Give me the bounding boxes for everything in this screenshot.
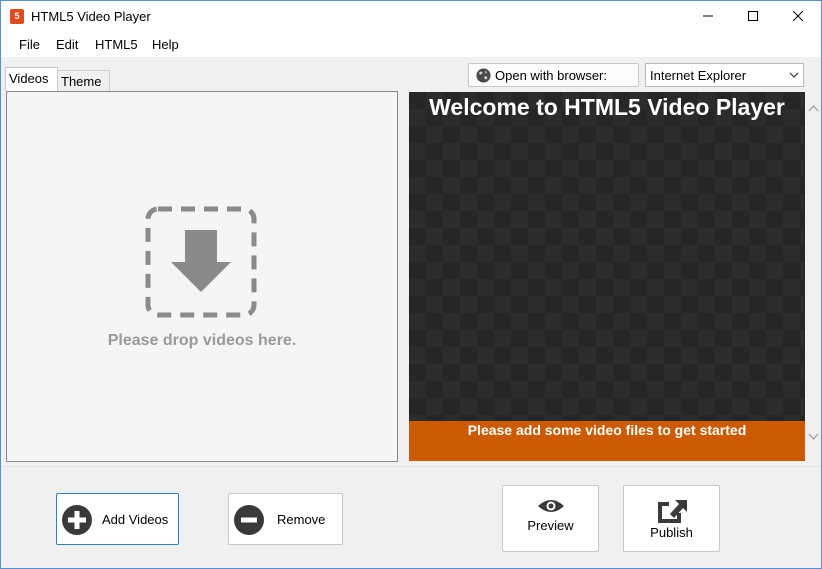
maximize-icon	[748, 11, 758, 21]
add-videos-label: Add Videos	[102, 512, 169, 527]
plus-icon	[62, 505, 92, 535]
minimize-button[interactable]	[685, 1, 731, 31]
remove-label: Remove	[277, 512, 326, 527]
close-button[interactable]	[775, 1, 821, 31]
videos-drop-area[interactable]: Please drop videos here.	[6, 91, 398, 462]
divider	[1, 466, 821, 467]
preview-button[interactable]: Preview	[502, 485, 599, 552]
publish-icon	[624, 494, 719, 524]
open-with-browser-label: Open with browser:	[495, 68, 607, 83]
chevron-up-icon[interactable]	[808, 104, 819, 112]
preview-scrollbar[interactable]	[806, 92, 821, 461]
globe-icon	[476, 68, 491, 83]
title-bar[interactable]: 5 HTML5 Video Player	[1, 1, 821, 31]
publish-label: Publish	[650, 525, 693, 540]
preview-title: Welcome to HTML5 Video Player	[429, 94, 785, 120]
preview-label: Preview	[527, 518, 574, 533]
menu-edit[interactable]: Edit	[56, 37, 78, 52]
chevron-down-icon	[789, 72, 799, 78]
drop-arrow-icon	[145, 206, 257, 318]
window-title: HTML5 Video Player	[31, 9, 151, 24]
remove-button[interactable]: Remove	[228, 493, 343, 545]
publish-button[interactable]: Publish	[623, 485, 720, 552]
app-window: 5 HTML5 Video Player File Edit HTML5 Hel…	[0, 0, 822, 569]
browser-select-value: Internet Explorer	[650, 68, 747, 83]
preview-message: Please add some video files to get start…	[467, 422, 747, 438]
preview-pane: Welcome to HTML5 Video Player Please add…	[409, 92, 805, 461]
menu-file[interactable]: File	[19, 37, 40, 52]
close-icon	[793, 11, 803, 21]
minus-icon	[234, 505, 264, 535]
drop-hint-text: Please drop videos here.	[107, 332, 297, 349]
menu-bar: File Edit HTML5 Help	[1, 31, 821, 57]
tab-theme[interactable]: Theme	[58, 70, 110, 91]
minimize-icon	[703, 15, 713, 17]
preview-message-bar: Please add some video files to get start…	[409, 421, 805, 461]
add-videos-button[interactable]: Add Videos	[56, 493, 179, 545]
eye-icon	[503, 498, 598, 514]
menu-help[interactable]: Help	[152, 37, 179, 52]
chevron-down-icon[interactable]	[808, 433, 819, 441]
open-with-browser-button[interactable]: Open with browser:	[468, 63, 639, 87]
browser-select[interactable]: Internet Explorer	[645, 63, 804, 87]
html5-app-icon: 5	[10, 9, 24, 24]
menu-html5[interactable]: HTML5	[95, 37, 138, 52]
maximize-button[interactable]	[730, 1, 776, 31]
tab-videos[interactable]: Videos	[5, 67, 58, 91]
